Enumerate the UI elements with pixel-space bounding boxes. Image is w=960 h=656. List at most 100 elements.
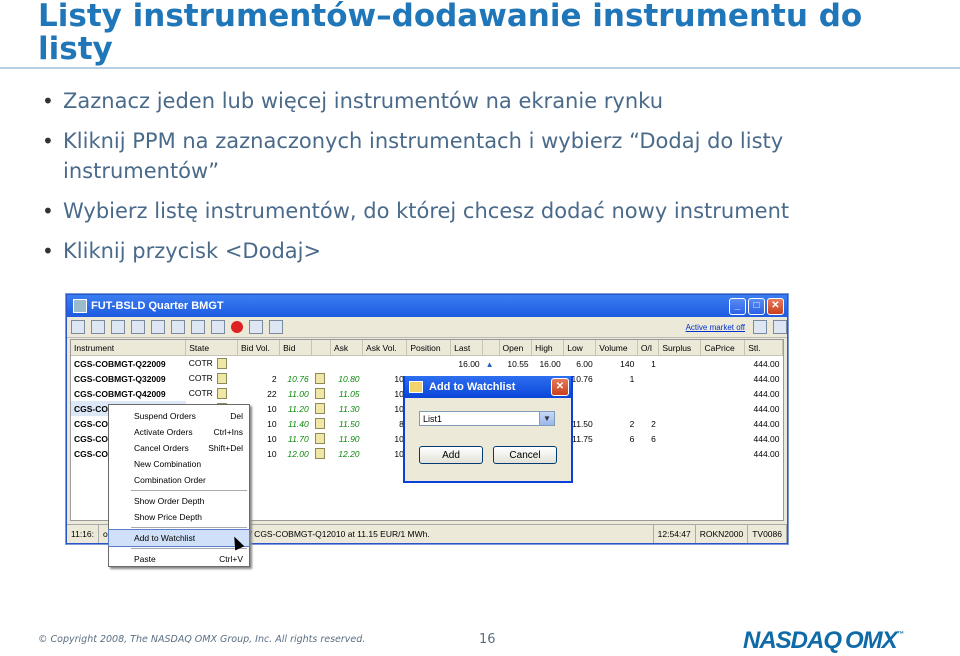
cell-oi: 6 <box>651 433 656 444</box>
chevron-down-icon[interactable]: ▼ <box>539 412 554 425</box>
bullet-item: Kliknij przycisk <Dodaj> <box>42 236 942 266</box>
cell-oi: 2 <box>651 418 656 429</box>
menu-item-show-order-depth[interactable]: Show Order Depth <box>109 493 249 509</box>
grid-icon[interactable] <box>131 320 145 334</box>
column-header[interactable]: Stl. <box>744 340 783 356</box>
cell-vol: 6 <box>629 433 635 444</box>
column-header[interactable]: Last <box>450 340 484 356</box>
cell-surplus <box>659 446 701 461</box>
cell-open: 10.55 <box>507 358 529 369</box>
note-icon <box>312 401 331 416</box>
cell-caprice <box>701 356 745 372</box>
menu-item-activate-orders[interactable]: Activate Orders Ctrl+Ins <box>109 424 249 440</box>
menu-item-suspend-orders[interactable]: Suspend Orders Del <box>109 408 249 424</box>
add-button[interactable]: Add <box>419 446 483 464</box>
cell-surplus <box>659 386 701 401</box>
columns-icon[interactable] <box>211 320 225 334</box>
cell-askvol <box>363 356 407 372</box>
cell-caprice <box>701 401 745 416</box>
column-header[interactable]: High <box>531 340 565 356</box>
column-header[interactable]: Ask Vol. <box>362 340 408 356</box>
column-header[interactable]: Bid <box>279 340 313 356</box>
cell-oi <box>637 401 659 416</box>
cell-bid: 11.40 <box>288 418 309 429</box>
cell-caprice <box>701 431 745 446</box>
cell-vol: 140 <box>620 358 635 369</box>
menu-separator <box>131 548 247 549</box>
export-icon[interactable] <box>269 320 283 334</box>
cell-inst: CGS-COBMGT-Q32009 <box>74 373 166 384</box>
cell-high: 16.00 <box>539 358 561 369</box>
cell-oi <box>637 371 659 386</box>
status-clock: 12:54:47 <box>654 525 696 543</box>
column-header[interactable] <box>311 340 331 356</box>
cell-bidvol: 2 <box>271 373 277 384</box>
cell-surplus <box>659 356 701 372</box>
close-icon[interactable]: ✕ <box>767 297 784 315</box>
cell-surplus <box>659 371 701 386</box>
note-icon <box>312 356 331 372</box>
trend-icon: ▲ <box>485 359 494 369</box>
column-header[interactable] <box>482 340 500 356</box>
stop-icon[interactable] <box>231 321 243 333</box>
search-icon[interactable] <box>71 320 85 334</box>
refresh-icon[interactable] <box>111 320 125 334</box>
cell-stl: 444.00 <box>753 388 780 399</box>
column-header[interactable]: Low <box>563 340 597 356</box>
cell-stl: 444.00 <box>753 373 780 384</box>
column-header[interactable]: Position <box>406 340 452 356</box>
settings-icon[interactable] <box>151 320 165 334</box>
dialog-titlebar[interactable]: Add to Watchlist ✕ <box>405 376 571 398</box>
table-icon[interactable] <box>191 320 205 334</box>
edit-icon[interactable] <box>249 320 263 334</box>
cell-vol <box>596 446 638 461</box>
cancel-button[interactable]: Cancel <box>493 446 557 464</box>
print-icon[interactable] <box>773 320 787 334</box>
cell-bid: 11.70 <box>288 433 309 444</box>
cell-ask: 11.30 <box>338 403 360 414</box>
bullet-list: Zaznacz jeden lub więcej instrumentów na… <box>42 86 942 276</box>
column-header[interactable]: Volume <box>595 340 638 356</box>
menu-item-add-to-watchlist[interactable]: Add to Watchlist <box>108 529 250 547</box>
column-header[interactable]: Ask <box>330 340 364 356</box>
maximize-icon[interactable]: □ <box>748 297 765 315</box>
filter-icon[interactable] <box>91 320 105 334</box>
minimize-icon[interactable]: _ <box>729 297 746 315</box>
order-icon[interactable] <box>171 320 185 334</box>
status-user: ROKN2000 <box>696 525 749 543</box>
cell-ask: 12.20 <box>338 448 360 459</box>
cell-bid: 10.76 <box>287 373 309 384</box>
close-icon[interactable]: ✕ <box>551 378 569 396</box>
status-time: 11:16: <box>67 525 100 543</box>
cell-ask: 11.90 <box>338 433 360 444</box>
cell-surplus <box>659 401 701 416</box>
dialog-title: Add to Watchlist <box>429 381 516 393</box>
column-header[interactable]: State <box>185 340 239 356</box>
menu-item-cancel-orders[interactable]: Cancel Orders Shift+Del <box>109 440 249 456</box>
menu-item-new-combination[interactable]: New Combination <box>109 456 249 472</box>
active-market-link[interactable]: Active market off <box>686 323 747 332</box>
app-icon <box>73 299 87 313</box>
column-header[interactable]: Instrument <box>71 340 187 356</box>
menu-item-show-price-depth[interactable]: Show Price Depth <box>109 509 249 525</box>
menu-item-paste[interactable]: Paste Ctrl+V <box>109 551 249 567</box>
bullet-item: Kliknij PPM na zaznaczonych instrumentac… <box>42 126 942 186</box>
column-header[interactable]: Open <box>499 340 533 356</box>
window-titlebar[interactable]: FUT-BSLD Quarter BMGT _ □ ✕ <box>67 295 787 317</box>
menu-separator <box>131 527 247 528</box>
menu-item-combination-order[interactable]: Combination Order <box>109 472 249 488</box>
note-icon <box>312 431 331 446</box>
cell-surplus <box>659 416 701 431</box>
column-header[interactable]: Bid Vol. <box>237 340 281 356</box>
cell-caprice <box>701 371 745 386</box>
column-header[interactable]: CaPrice <box>700 340 746 356</box>
column-header[interactable]: O/I <box>637 340 660 356</box>
cell-askvol: 10 <box>394 403 404 414</box>
cell-askvol: 10 <box>394 433 404 444</box>
folder-icon[interactable] <box>753 320 767 334</box>
column-header[interactable]: Surplus <box>658 340 702 356</box>
table-row[interactable]: CGS-COBMGT-Q22009 COTR 16.00 ▲ 10.55 16.00 6.0… <box>71 356 783 372</box>
note-icon <box>312 371 331 386</box>
bullet-item: Zaznacz jeden lub więcej instrumentów na… <box>42 86 942 116</box>
watchlist-select[interactable]: List1 ▼ <box>419 411 555 426</box>
